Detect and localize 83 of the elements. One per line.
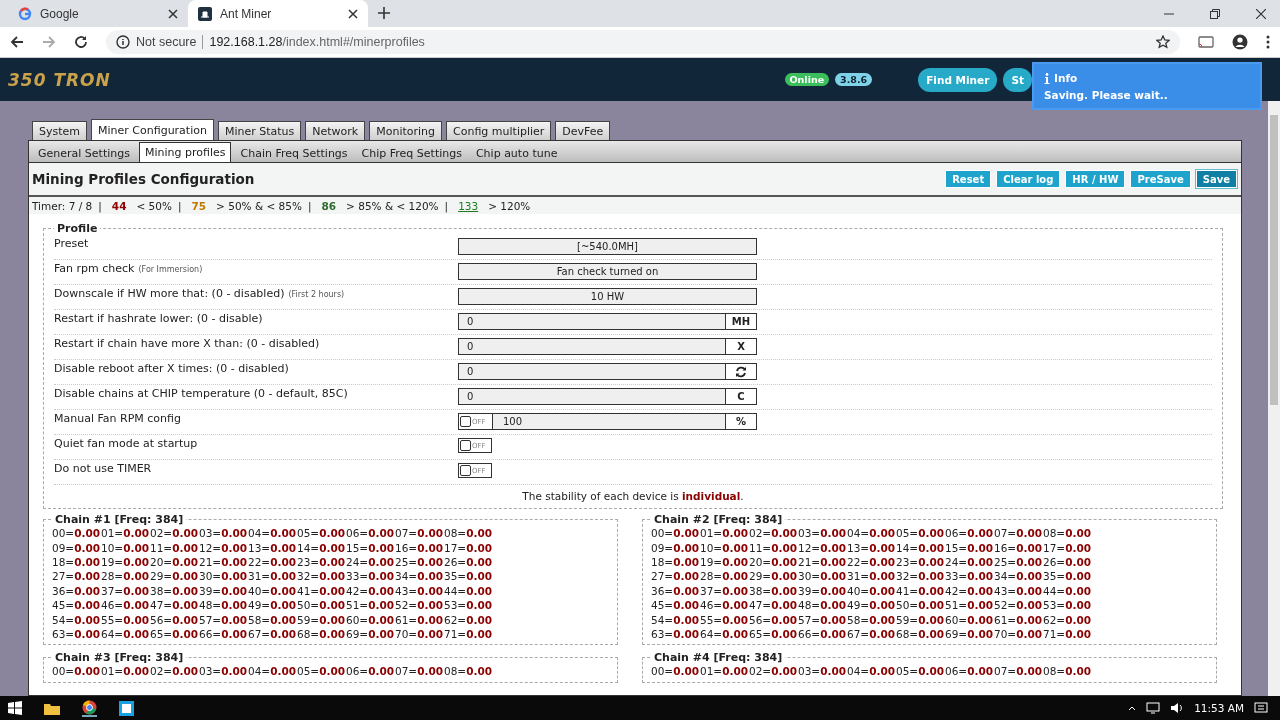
toast-title: Info: [1054, 72, 1078, 84]
tab[interactable]: Monitoring: [369, 121, 443, 140]
count-link[interactable]: 133: [458, 199, 479, 212]
page-title: Mining Profiles Configuration: [32, 171, 255, 187]
tab[interactable]: General Settings: [33, 144, 135, 162]
version-badge: 3.8.6: [835, 73, 873, 86]
range-label: > 50% & < 85%: [216, 199, 302, 212]
field-label: Manual Fan RPM config: [54, 412, 181, 425]
select-field[interactable]: [~540.0MH]: [458, 238, 757, 255]
scrollbar[interactable]: [1268, 101, 1280, 696]
timer-label: Timer: 7 / 8: [32, 199, 93, 212]
windows-icon[interactable]: [8, 701, 22, 715]
tab[interactable]: Miner Configuration: [91, 119, 214, 140]
tab[interactable]: Mining profiles: [138, 142, 232, 162]
select-field[interactable]: 10 HW: [458, 288, 757, 305]
chain-title: Chain #3 [Freq: 384]: [54, 651, 185, 665]
tab[interactable]: Chip Freq Settings: [356, 144, 467, 162]
field-label: Quiet fan mode at startup: [54, 437, 198, 450]
separator: |: [98, 199, 102, 212]
range-label: < 50%: [136, 199, 172, 212]
tab[interactable]: Chain Freq Settings: [235, 144, 353, 162]
app-icon[interactable]: [119, 700, 134, 716]
logo: 350 TRON: [8, 69, 111, 90]
range-label: > 85% & < 120%: [346, 199, 439, 212]
reload-icon[interactable]: [74, 35, 88, 49]
status-badge: Online: [784, 73, 830, 86]
chain-title: Chain #1 [Freq: 384]: [54, 513, 185, 526]
close-icon[interactable]: [1256, 8, 1266, 19]
tab[interactable]: System: [32, 121, 88, 140]
action-button[interactable]: Save: [1195, 170, 1237, 188]
count: 44: [111, 199, 127, 212]
close-icon[interactable]: [168, 8, 178, 19]
url-text: 192.168.1.28/index.html#/minerprofiles: [209, 35, 425, 49]
back-icon[interactable]: [10, 35, 24, 49]
tab[interactable]: Network: [305, 121, 366, 140]
new-tab-icon[interactable]: [378, 7, 390, 19]
speaker-icon[interactable]: [1170, 702, 1185, 714]
google-icon: [18, 6, 32, 21]
info-icon: [1044, 72, 1050, 84]
separator: |: [307, 199, 312, 212]
section-legend: Profile: [54, 222, 101, 235]
info-icon: [116, 35, 130, 49]
stability-note: The stability of each device is individual.: [521, 489, 745, 504]
field-note: (First 2 hours): [288, 290, 345, 299]
browser-icon[interactable]: [82, 699, 97, 717]
security-label: Not secure: [136, 35, 204, 49]
field-note: (For Immersion): [138, 265, 203, 274]
tab[interactable]: Config multiplier: [446, 121, 552, 140]
cast-icon[interactable]: [1198, 35, 1214, 49]
field-label: Disable chains at CHIP temperature (0 - default, 85C): [54, 387, 348, 400]
separator: |: [444, 199, 449, 212]
close-icon[interactable]: [348, 8, 358, 19]
menu-icon[interactable]: [1266, 35, 1270, 49]
toast-message: Saving. Please wait..: [1044, 89, 1169, 101]
field-label: Preset: [54, 237, 89, 250]
field-label: Disable reboot after X times: (0 - disabled): [54, 362, 289, 375]
notification-icon[interactable]: [1254, 702, 1268, 714]
count: 75: [191, 199, 207, 212]
profile-icon[interactable]: [1232, 34, 1248, 50]
tab[interactable]: Chip auto tune: [470, 144, 563, 162]
browser-tab[interactable]: Ant Miner: [188, 0, 368, 27]
chain-title: Chain #4 [Freq: 384]: [653, 651, 784, 665]
network-icon[interactable]: [1146, 702, 1161, 714]
tab[interactable]: Miner Status: [217, 121, 302, 140]
star-icon[interactable]: [1156, 35, 1170, 49]
tab[interactable]: DevFee: [555, 121, 611, 140]
address-bar[interactable]: Not secure 192.168.1.28/index.html#/minerprofiles: [106, 30, 1180, 54]
separator: |: [177, 199, 182, 212]
folder-icon[interactable]: [44, 701, 60, 715]
field-label: Restart if hashrate lower: (0 - disable): [54, 312, 263, 325]
field-label: Fan rpm check: [54, 262, 135, 275]
restore-icon[interactable]: [1210, 8, 1220, 19]
miner-icon: [198, 6, 212, 21]
field-label: Downscale if HW more that: (0 - disabled): [54, 287, 285, 300]
chevron-icon[interactable]: [1128, 705, 1137, 711]
count: 86: [321, 199, 337, 212]
select-field[interactable]: Fan check turned on: [458, 263, 757, 280]
clock[interactable]: 11:53 AM: [1194, 702, 1244, 714]
chain-title: Chain #2 [Freq: 384]: [653, 513, 784, 526]
range-label: > 120%: [488, 199, 531, 212]
field-label: Restart if chain have more X than: (0 - disabled): [54, 337, 320, 350]
field-label: Do not use TIMER: [54, 462, 152, 475]
browser-tab[interactable]: Google: [8, 0, 188, 27]
